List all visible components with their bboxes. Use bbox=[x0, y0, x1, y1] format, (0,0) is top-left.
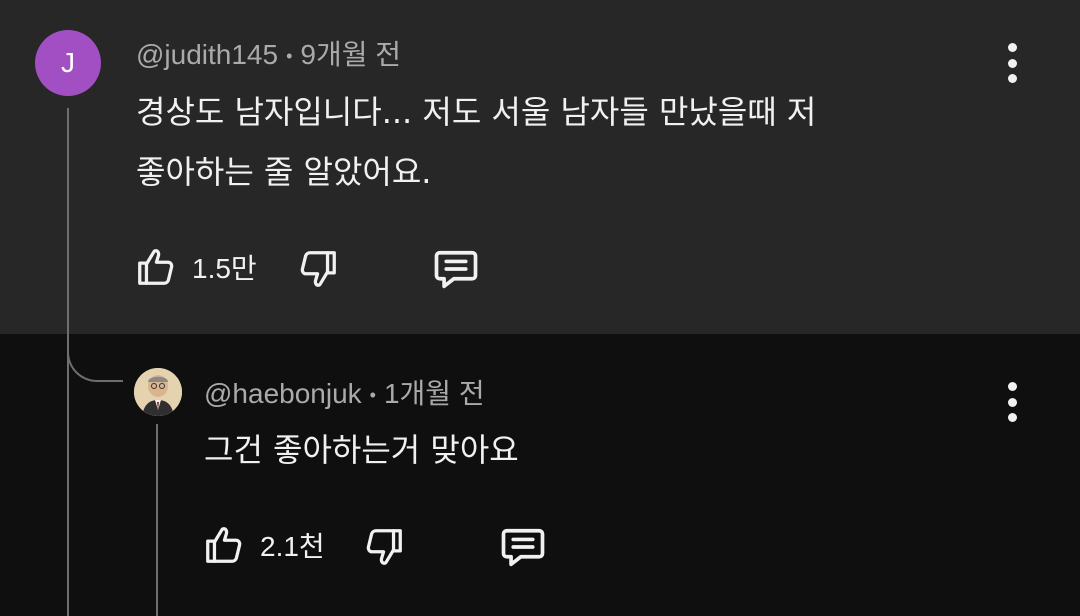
reply-button[interactable] bbox=[497, 521, 549, 573]
person-avatar-icon bbox=[134, 368, 182, 416]
thumbs-up-icon bbox=[138, 249, 174, 285]
thumbs-up-icon bbox=[206, 527, 242, 563]
separator: • bbox=[286, 46, 293, 67]
username[interactable]: @judith145 bbox=[136, 39, 278, 70]
thumbs-down-icon bbox=[300, 251, 336, 287]
reply-icon bbox=[434, 250, 478, 289]
timestamp[interactable]: 9개월 전 bbox=[300, 39, 401, 70]
like-button[interactable]: 1.5만 bbox=[134, 244, 257, 290]
thread-connector bbox=[67, 330, 123, 382]
avatar[interactable]: J bbox=[35, 30, 101, 96]
like-button[interactable]: 2.1천 bbox=[202, 522, 325, 568]
timestamp[interactable]: 1개월 전 bbox=[384, 378, 485, 409]
thumbs-down-icon bbox=[366, 529, 402, 565]
avatar[interactable] bbox=[134, 368, 182, 416]
like-count: 1.5만 bbox=[192, 253, 257, 284]
reply-button[interactable] bbox=[430, 243, 482, 295]
comment-header: @judith145 • 9개월 전 bbox=[136, 33, 401, 73]
comment-text-line: 그건 좋아하는거 맞아요 bbox=[204, 431, 519, 469]
comment-text-line: 경상도 남자입니다... 저도 서울 남자들 만났을때 저 bbox=[136, 93, 817, 131]
comment-header: @haebonjuk • 1개월 전 bbox=[204, 372, 485, 412]
more-vert-icon[interactable] bbox=[1006, 382, 1018, 422]
reply-icon bbox=[501, 528, 545, 567]
more-vert-icon[interactable] bbox=[1006, 43, 1018, 83]
comment-text: 그건 좋아하는거 맞아요 bbox=[204, 420, 519, 480]
like-count: 2.1천 bbox=[260, 531, 325, 562]
separator: • bbox=[369, 385, 376, 406]
comment-text-line: 좋아하는 줄 알았어요. bbox=[136, 153, 432, 191]
comment-text: 경상도 남자입니다... 저도 서울 남자들 만났을때 저 좋아하는 줄 알았어… bbox=[136, 82, 816, 202]
dislike-button[interactable] bbox=[360, 524, 406, 570]
reply-thread-line bbox=[156, 424, 158, 616]
avatar-initial: J bbox=[61, 47, 75, 78]
username[interactable]: @haebonjuk bbox=[204, 378, 362, 409]
dislike-button[interactable] bbox=[294, 246, 340, 292]
